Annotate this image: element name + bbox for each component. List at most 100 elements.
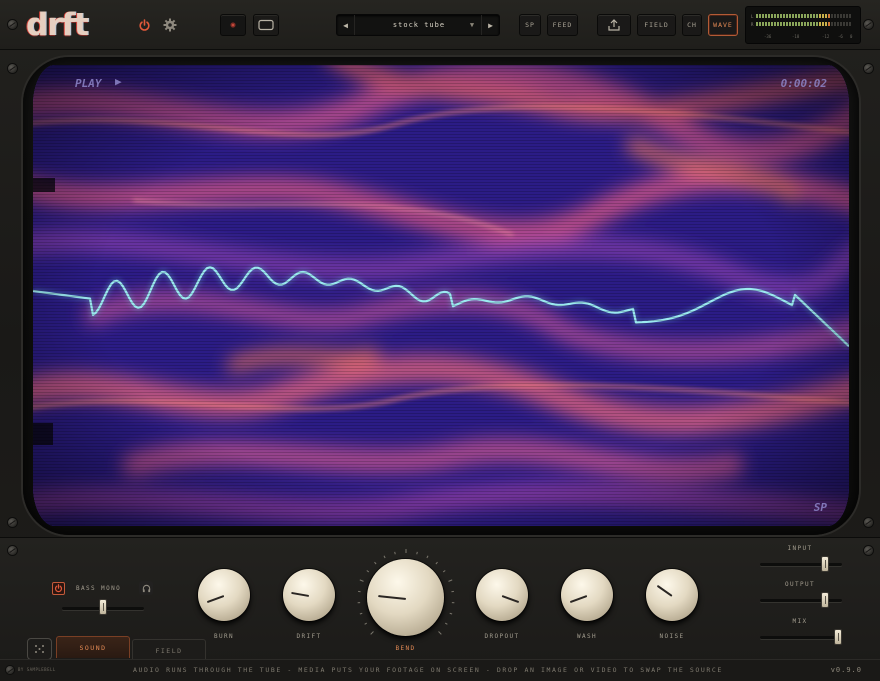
meter-segment [804, 14, 806, 18]
randomize-button[interactable] [27, 638, 52, 660]
power-icon[interactable] [136, 17, 152, 33]
wave-view-button[interactable]: WAVE [708, 14, 738, 36]
knob-pointer [501, 595, 520, 604]
meter-segment [762, 14, 764, 18]
meter-left-bar [756, 14, 852, 18]
meter-segment [819, 22, 821, 26]
meter-segment [804, 22, 806, 26]
record-icon [230, 22, 236, 28]
sp-button[interactable]: SP [519, 14, 541, 36]
knob-pointer [377, 594, 406, 600]
tab-sound[interactable]: SOUND [56, 636, 130, 658]
bend-scale-tick [442, 570, 446, 573]
mix-slider-thumb[interactable] [834, 629, 842, 645]
chevron-down-icon[interactable]: ▼ [465, 15, 479, 35]
meter-segment [789, 14, 791, 18]
meter-segment [756, 14, 758, 18]
meter-segment [759, 22, 761, 26]
meter-segment [828, 14, 830, 18]
bend-knob[interactable] [367, 559, 444, 636]
meter-l-label: L [751, 14, 754, 19]
meter-segment [843, 14, 845, 18]
meter-segment [843, 22, 845, 26]
export-button[interactable] [597, 14, 631, 36]
bend-scale-tick [426, 555, 429, 559]
gear-icon[interactable] [162, 17, 178, 33]
meter-segment [819, 14, 821, 18]
bend-scale-tick [374, 561, 377, 565]
meter-segment [822, 14, 824, 18]
footer-tagline: AUDIO RUNS THROUGH THE TUBE - MEDIA PUTS… [133, 666, 723, 674]
meter-segment [783, 14, 785, 18]
plugin-window: drft ◀ stock tube ▼ ▶ SP FEED FIELD CH W… [0, 0, 880, 681]
burn-knob[interactable] [198, 569, 250, 621]
meter-segment [762, 22, 764, 26]
osd-timecode: 0:00:02 [780, 77, 827, 90]
wash-knob[interactable] [561, 569, 613, 621]
bend-scale-tick [366, 570, 370, 573]
bend-scale-tick [438, 631, 442, 635]
meter-segment [837, 22, 839, 26]
meter-segment [846, 22, 848, 26]
screen-toggle-button[interactable] [253, 14, 279, 36]
headphones-button[interactable] [139, 581, 153, 595]
footer: BY SAMPLEBELL AUDIO RUNS THROUGH THE TUB… [0, 659, 880, 681]
upload-icon [608, 19, 620, 31]
meter-scale-label: 0 [850, 34, 853, 39]
ch-view-button[interactable]: CH [682, 14, 702, 36]
meter-scale-label: -6 [838, 34, 843, 39]
feed-button[interactable]: FEED [547, 14, 578, 36]
meter-segment [768, 22, 770, 26]
field-view-button[interactable]: FIELD [637, 14, 676, 36]
dropout-knob[interactable] [476, 569, 528, 621]
bass-mono-slider-thumb[interactable] [99, 599, 107, 615]
screw-icon [8, 518, 17, 527]
wash-label: WASH [576, 633, 598, 640]
record-button[interactable] [220, 14, 246, 36]
power-icon [54, 584, 63, 593]
noise-knob[interactable] [646, 569, 698, 621]
meter-segment [771, 14, 773, 18]
by-line: BY SAMPLEBELL [18, 667, 56, 672]
meter-segment [801, 22, 803, 26]
bend-scale-tick [394, 551, 396, 555]
meter-segment [822, 22, 824, 26]
preset-selector[interactable]: ◀ stock tube ▼ ▶ [336, 14, 500, 36]
input-slider-thumb[interactable] [820, 556, 829, 572]
tab-field[interactable]: FIELD [132, 639, 206, 661]
bend-scale-tick [383, 555, 386, 559]
input-label: INPUT [787, 545, 813, 552]
app-logo: drft [26, 7, 89, 43]
output-slider-track[interactable] [760, 599, 842, 602]
preset-prev-button[interactable]: ◀ [337, 15, 355, 35]
input-slider-track[interactable] [760, 563, 842, 566]
output-slider-thumb[interactable] [820, 592, 829, 608]
drift-knob[interactable] [283, 569, 335, 621]
meter-segment [768, 14, 770, 18]
meter-segment [792, 14, 794, 18]
screen-icon [258, 19, 274, 31]
meter-segment [786, 14, 788, 18]
dice-icon [35, 645, 44, 653]
knob-pointer [656, 584, 673, 597]
meter-segment [756, 22, 758, 26]
bass-mono-toggle[interactable] [52, 582, 65, 595]
meter-segment [846, 14, 848, 18]
meter-segment [837, 14, 839, 18]
preset-next-button[interactable]: ▶ [481, 15, 499, 35]
mix-slider-track[interactable] [760, 636, 842, 639]
meter-segment [834, 14, 836, 18]
screw-icon [8, 20, 17, 29]
meter-segment [816, 14, 818, 18]
meter-segment [774, 22, 776, 26]
crt-screen[interactable]: PLAY ▶ 0:00:02 SP [33, 65, 849, 526]
bend-label: BEND [395, 645, 416, 652]
meter-segment [798, 14, 800, 18]
bass-mono-label: BASS MONO [76, 585, 122, 592]
meter-segment [771, 22, 773, 26]
meter-scale-label: -36 [764, 34, 772, 39]
meter-segment [765, 22, 767, 26]
bend-scale-tick [370, 631, 374, 635]
bend-scale-tick [449, 612, 453, 615]
samplebell-logo-icon [6, 666, 14, 674]
